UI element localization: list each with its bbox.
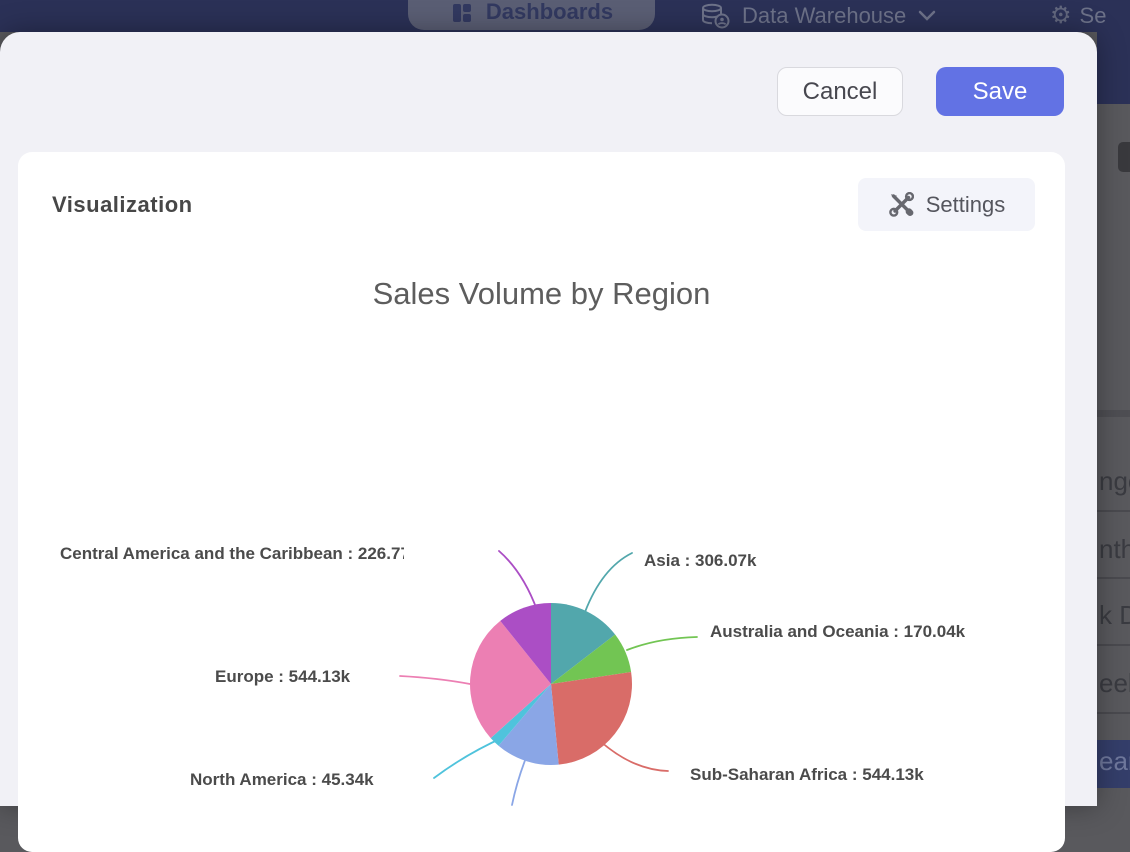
pie-leader-line — [499, 551, 537, 610]
pie-label-europe: Europe : 544.13k — [215, 665, 350, 689]
pie-leader-line — [434, 737, 504, 778]
cancel-button[interactable]: Cancel — [777, 67, 903, 116]
pie-label-sub-saharan-africa: Sub-Saharan Africa : 544.13k — [690, 763, 924, 787]
pie-label-central-america: Central America and the Caribbean : 226.… — [60, 542, 404, 566]
list-divider — [1097, 712, 1130, 714]
list-item-fragment[interactable]: eek — [1099, 668, 1130, 699]
pie-leader-line — [627, 637, 697, 650]
list-divider — [1097, 510, 1130, 512]
nav-item-data-warehouse[interactable]: Data Warehouse — [700, 0, 936, 32]
pie-chart — [18, 152, 1065, 852]
pie-label-australia-oceania: Australia and Oceania : 170.04k — [710, 620, 965, 644]
pie-label-text: Central America and the Caribbean : 226.… — [60, 544, 400, 563]
pie-leader-line — [600, 741, 668, 771]
nav-dashboards-label: Dashboards — [486, 0, 613, 25]
save-button[interactable]: Save — [936, 67, 1064, 116]
top-navbar: Dashboards Data Warehouse ⚙ Se — [0, 0, 1130, 32]
chevron-down-icon — [918, 10, 936, 22]
list-item-fragment[interactable]: nge — [1099, 466, 1130, 497]
background-button-edge — [1118, 142, 1130, 172]
pie-slice-sub-saharan-africa[interactable] — [551, 672, 632, 765]
pie-leader-line — [585, 553, 632, 612]
pie-label-clipped-char: 7 — [400, 542, 404, 566]
visualization-modal: Cancel Save Visualization Settings Sales… — [0, 32, 1097, 806]
nav-item-settings[interactable]: ⚙ Se — [1050, 0, 1130, 32]
list-item-fragment[interactable]: nth — [1099, 534, 1130, 565]
nav-item-dashboards[interactable]: Dashboards — [408, 0, 655, 30]
list-item-fragment[interactable]: k D — [1099, 600, 1130, 631]
visualization-card: Visualization Settings Sales Volume by R… — [18, 152, 1065, 852]
background-header-strip — [1097, 32, 1130, 104]
pie-leader-line — [400, 676, 470, 684]
background-panel: nge nth k D eek ear — [1097, 32, 1130, 806]
nav-data-warehouse-label: Data Warehouse — [742, 3, 906, 29]
gear-icon: ⚙ — [1050, 4, 1072, 28]
dashboards-icon — [450, 1, 474, 25]
pie-label-asia: Asia : 306.07k — [644, 549, 756, 573]
list-item-fragment-selected[interactable]: ear — [1099, 746, 1130, 777]
list-divider — [1097, 644, 1130, 646]
list-divider — [1097, 577, 1130, 579]
background-section-divider — [1097, 410, 1130, 417]
pie-label-north-america: North America : 45.34k — [190, 768, 374, 792]
nav-settings-label: Se — [1080, 3, 1107, 29]
data-warehouse-icon — [700, 3, 730, 29]
